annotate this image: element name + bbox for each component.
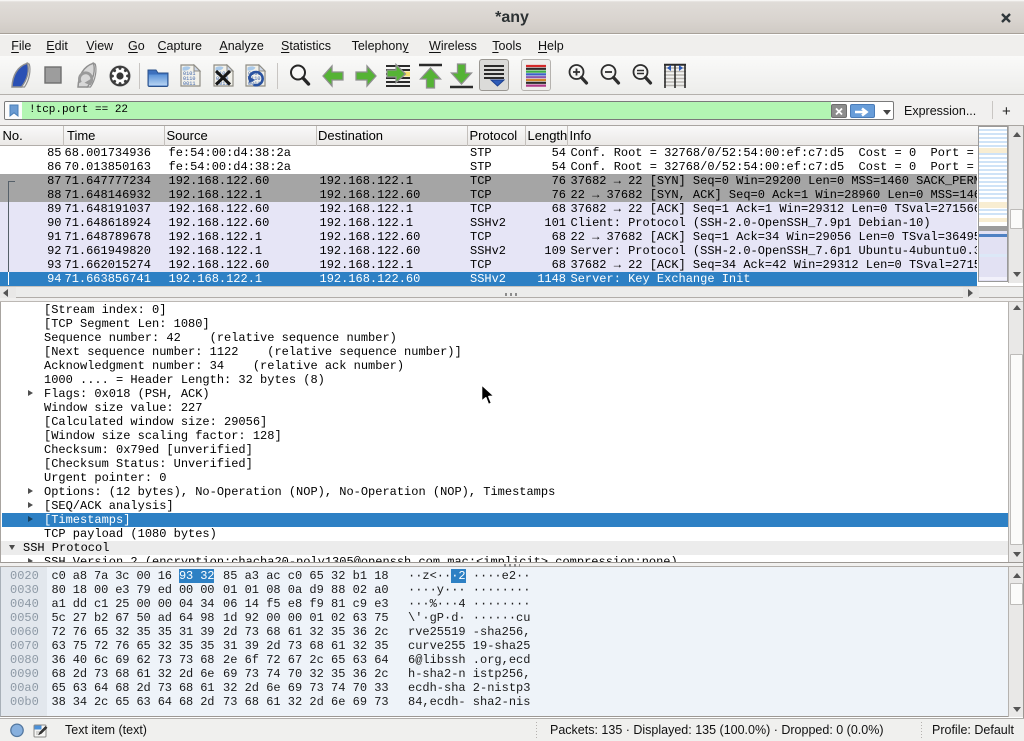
svg-text:0011: 0011 [183,81,195,87]
